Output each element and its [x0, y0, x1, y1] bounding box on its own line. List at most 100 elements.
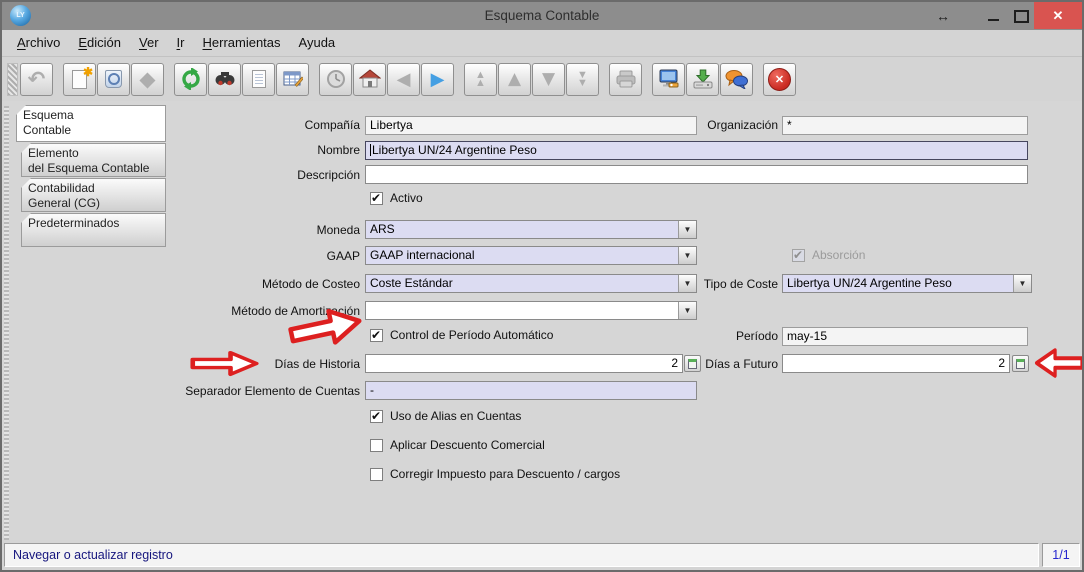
drag-handle[interactable] — [7, 63, 18, 96]
nombre-field[interactable]: Libertya UN/24 Argentine Peso — [365, 141, 1028, 160]
titlebar: LY Esquema Contable ↔ ✕ — [2, 2, 1082, 30]
chevron-down-icon[interactable]: ▼ — [678, 302, 696, 319]
aplicar-descuento-checkbox[interactable] — [370, 439, 383, 452]
attachment-button[interactable] — [242, 63, 275, 96]
last-record-icon: ▼▼ — [577, 71, 588, 87]
calculator-icon — [688, 359, 697, 369]
dias-historia-label: Días de Historia — [170, 357, 360, 372]
chat-button[interactable] — [720, 63, 753, 96]
chevron-down-icon[interactable]: ▼ — [1013, 275, 1031, 292]
separador-field[interactable]: - — [365, 381, 697, 400]
detail-record-icon: ▶ — [431, 69, 445, 90]
grid-toggle-button[interactable] — [276, 63, 309, 96]
periodo-field[interactable]: may-15 — [782, 327, 1028, 346]
new-record-icon: ✱ — [72, 70, 87, 89]
detail-record-button[interactable]: ▶ — [421, 63, 454, 96]
activo-label: Activo — [390, 191, 423, 206]
report-button[interactable] — [609, 63, 642, 96]
tab-contabilidad-general[interactable]: ContabilidadGeneral (CG) — [21, 178, 166, 212]
undo-icon: ↶ — [28, 67, 46, 91]
dias-futuro-label: Días a Futuro — [702, 357, 778, 372]
next-record-icon: ▼ — [542, 69, 555, 89]
save-icon: ◆ — [139, 67, 155, 91]
home-button[interactable] — [353, 63, 386, 96]
corregir-impuesto-checkbox[interactable] — [370, 468, 383, 481]
attachment-icon — [252, 70, 266, 88]
tab-predeterminados[interactable]: Predeterminados — [21, 213, 166, 247]
last-record-button[interactable]: ▼▼ — [566, 63, 599, 96]
next-record-button[interactable]: ▼ — [532, 63, 565, 96]
metodo-amortizacion-dropdown[interactable]: ▼ — [365, 301, 697, 320]
moneda-dropdown[interactable]: ARS▼ — [365, 220, 697, 239]
activo-checkbox[interactable] — [370, 192, 383, 205]
status-message: Navegar o actualizar registro — [4, 543, 1039, 567]
exit-icon: ✕ — [768, 68, 791, 91]
find-icon — [214, 69, 236, 89]
first-record-icon: ▲▲ — [475, 71, 486, 87]
separador-label: Separador Elemento de Cuentas — [170, 384, 360, 399]
annotation-arrow-left-icon — [1034, 347, 1084, 379]
chevron-down-icon[interactable]: ▼ — [678, 221, 696, 238]
menu-ir[interactable]: Ir — [168, 32, 194, 54]
toolbar: ↶ ✱ ◆ ◀ ▶ ▲▲ ▲ ▼ ▼▼ — [2, 57, 1082, 101]
home-icon — [359, 69, 381, 89]
menu-edicion[interactable]: Edición — [69, 32, 130, 54]
menu-archivo[interactable]: Archivo — [8, 32, 69, 54]
sidebar-splitter[interactable] — [4, 106, 9, 540]
dias-historia-calculator-button[interactable] — [684, 355, 701, 372]
statusbar: Navegar o actualizar registro 1/1 — [2, 540, 1082, 570]
tab-esquema-contable[interactable]: EsquemaContable — [16, 105, 166, 142]
chevron-down-icon[interactable]: ▼ — [678, 247, 696, 264]
new-record-button[interactable]: ✱ — [63, 63, 96, 96]
dias-futuro-calculator-button[interactable] — [1012, 355, 1029, 372]
find-button[interactable] — [208, 63, 241, 96]
refresh-button[interactable] — [174, 63, 207, 96]
menu-ayuda[interactable]: Ayuda — [290, 32, 345, 54]
maximize-button[interactable] — [1012, 2, 1030, 30]
compania-field[interactable]: Libertya — [365, 116, 697, 135]
window-title: Esquema Contable — [2, 2, 1082, 30]
aplicar-descuento-label: Aplicar Descuento Comercial — [390, 438, 545, 453]
minimize-button[interactable] — [984, 2, 1002, 30]
gaap-dropdown[interactable]: GAAP internacional▼ — [365, 246, 697, 265]
calculator-icon — [1016, 359, 1025, 369]
control-periodo-label: Control de Período Automático — [390, 328, 553, 343]
archive-button[interactable] — [686, 63, 719, 96]
undo-button[interactable]: ↶ — [20, 63, 53, 96]
nombre-label: Nombre — [170, 143, 360, 158]
previous-record-button[interactable]: ▲ — [498, 63, 531, 96]
control-periodo-checkbox[interactable] — [370, 329, 383, 342]
organizacion-label: Organización — [702, 118, 778, 133]
zoom-across-button[interactable] — [652, 63, 685, 96]
dias-futuro-field[interactable]: 2 — [782, 354, 1010, 373]
esquema-contable-window: LY Esquema Contable ↔ ✕ Archivo Edición … — [0, 0, 1084, 572]
dias-historia-field[interactable]: 2 — [365, 354, 683, 373]
descripcion-field[interactable] — [365, 165, 1028, 184]
first-record-button[interactable]: ▲▲ — [464, 63, 497, 96]
tab-elemento-esquema-contable[interactable]: Elementodel Esquema Contable — [21, 143, 166, 177]
exit-button[interactable]: ✕ — [763, 63, 796, 96]
metodo-costeo-dropdown[interactable]: Coste Estándar▼ — [365, 274, 697, 293]
parent-record-button[interactable]: ◀ — [387, 63, 420, 96]
metodo-costeo-label: Método de Costeo — [170, 277, 360, 292]
corregir-impuesto-label: Corregir Impuesto para Descuento / cargo… — [390, 467, 620, 482]
resize-icon[interactable]: ↔ — [932, 2, 954, 30]
close-button[interactable]: ✕ — [1034, 2, 1082, 29]
tipo-coste-dropdown[interactable]: Libertya UN/24 Argentine Peso▼ — [782, 274, 1032, 293]
delete-record-button[interactable] — [97, 63, 130, 96]
save-button[interactable]: ◆ — [131, 63, 164, 96]
history-button[interactable] — [319, 63, 352, 96]
periodo-label: Período — [702, 329, 778, 344]
record-counter: 1/1 — [1042, 543, 1080, 567]
menu-herramientas[interactable]: Herramientas — [194, 32, 290, 54]
gaap-label: GAAP — [170, 249, 360, 264]
zoom-across-icon — [658, 69, 680, 90]
previous-record-icon: ▲ — [508, 69, 521, 89]
organizacion-field[interactable]: * — [782, 116, 1028, 135]
uso-alias-label: Uso de Alias en Cuentas — [390, 409, 521, 424]
chat-icon — [725, 69, 748, 89]
parent-record-icon: ◀ — [397, 69, 411, 90]
report-icon — [616, 70, 636, 88]
uso-alias-checkbox[interactable] — [370, 410, 383, 423]
menu-ver[interactable]: Ver — [130, 32, 168, 54]
